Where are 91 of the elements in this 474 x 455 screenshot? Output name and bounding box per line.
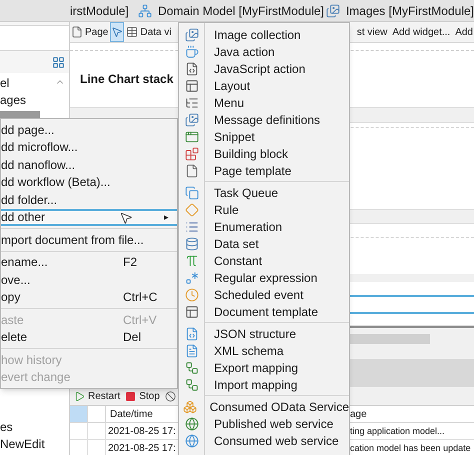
menu-item[interactable]: Image collection: [179, 26, 349, 43]
grid-icon[interactable]: [52, 56, 65, 68]
file-icon: [71, 26, 83, 38]
menu-item[interactable]: dd microflow...: [1, 138, 177, 156]
menu-item[interactable]: Scheduled event: [179, 286, 349, 303]
menu-item[interactable]: Consumed OData Service: [179, 398, 349, 415]
images-icon: [185, 112, 199, 126]
console-button[interactable]: Restart: [74, 388, 120, 404]
menu-item[interactable]: dd workflow (Beta)...: [1, 174, 177, 191]
menu-item[interactable]: XML schema: [179, 342, 349, 359]
tree-list-icon: [185, 96, 199, 110]
pointer-icon: [111, 26, 124, 38]
database-icon: [185, 236, 199, 250]
code-file-icon: [185, 62, 199, 76]
window-icon: [185, 130, 199, 144]
menu-item[interactable]: Regular expression: [179, 269, 349, 286]
menu-item[interactable]: ename... F2: [1, 254, 177, 271]
menu-item[interactable]: Snippet: [179, 128, 349, 145]
clock-icon: [185, 288, 199, 302]
menu-item[interactable]: Consumed web service: [179, 432, 349, 449]
tree-item[interactable]: NewEdit: [0, 436, 69, 453]
menu-item[interactable]: Page template: [179, 162, 349, 179]
layout-icon: [185, 78, 199, 92]
toolbar-button[interactable]: st view: [356, 22, 388, 42]
cup-icon: [185, 44, 199, 58]
document-tab[interactable]: Images [MyFirstModule]: [324, 0, 474, 21]
table-cell-text: ting application model...: [349, 425, 445, 438]
toolbar-button[interactable]: Add widget...: [391, 22, 452, 42]
search-field[interactable]: [0, 25, 69, 51]
toolbar-button[interactable]: Data vi: [125, 22, 172, 42]
menu-item[interactable]: mport document from file...: [1, 231, 177, 248]
table-cell-text: 2021-08-25 17:: [107, 425, 176, 439]
menu-item[interactable]: Constant: [179, 252, 349, 269]
stop-icon: [125, 390, 136, 402]
column-header[interactable]: Date/time: [106, 406, 176, 422]
menu-item[interactable]: dd page...: [1, 121, 177, 138]
menu-item[interactable]: Enumeration: [179, 218, 349, 235]
menu-item[interactable]: Java action: [179, 43, 349, 60]
widget-heading: Line Chart stack: [80, 71, 174, 88]
globe-icon: [185, 416, 199, 430]
menu-item[interactable]: Message definitions: [179, 111, 349, 128]
mapping-icon: [185, 360, 199, 374]
menu-item[interactable]: dd other ▸: [1, 208, 177, 226]
document-tab[interactable]: Domain Model [MyFirstModule]: [136, 0, 324, 21]
images-icon: [185, 28, 199, 42]
play-icon: [74, 390, 85, 402]
blocks-icon: [185, 146, 199, 160]
menu-item[interactable]: JavaScript action: [179, 60, 349, 77]
cursor-icon: [119, 211, 133, 225]
stacked-pages-icon: [185, 186, 199, 200]
menu-item[interactable]: Rule: [179, 201, 349, 218]
network-icon: [138, 4, 152, 18]
menu-item[interactable]: Data set: [179, 235, 349, 252]
menu-item[interactable]: ove...: [1, 271, 177, 288]
pi-icon: [185, 254, 199, 268]
clear-icon: [164, 390, 176, 402]
menu-item[interactable]: JSON structure: [179, 325, 349, 342]
menu-item[interactable]: Building block: [179, 145, 349, 162]
tree-item[interactable]: ages: [0, 92, 69, 109]
tree-item[interactable]: es: [0, 419, 69, 436]
layout-icon: [185, 304, 199, 318]
tree-item[interactable]: el: [0, 75, 69, 92]
menu-item[interactable]: Document template: [179, 303, 349, 320]
menu-item[interactable]: Menu: [179, 94, 349, 111]
globe-icon: [185, 434, 199, 448]
menu-item[interactable]: opy Ctrl+C: [1, 288, 177, 306]
mapping-icon: [185, 378, 199, 392]
menu-item[interactable]: elete Del: [1, 328, 177, 346]
menu-item[interactable]: Import mapping: [179, 376, 349, 393]
menu-item[interactable]: dd nanoflow...: [1, 156, 177, 174]
console-button[interactable]: [164, 390, 176, 402]
boxes-icon: [182, 400, 197, 414]
document-tab[interactable]: irstModule]: [70, 0, 136, 21]
menu-item[interactable]: Task Queue: [179, 184, 349, 201]
menu-item[interactable]: dd folder...: [1, 191, 177, 208]
diamond-icon: [185, 202, 199, 216]
console-button[interactable]: Stop: [125, 388, 160, 404]
toolbar-button[interactable]: Add: [454, 22, 474, 42]
table-icon: [126, 26, 138, 38]
menu-item[interactable]: Published web service: [179, 415, 349, 432]
document-icon: [185, 344, 199, 358]
table-cell-text: 2021-08-25 17:: [107, 442, 176, 455]
pointer-tool[interactable]: [110, 22, 124, 42]
images-icon: [326, 4, 340, 18]
file-icon: [185, 164, 199, 178]
regex-icon: [185, 270, 199, 284]
code-file-icon: [185, 326, 199, 340]
menu-item[interactable]: Layout: [179, 77, 349, 94]
column-header[interactable]: age: [348, 406, 367, 422]
table-cell-text: cation model has been update: [349, 442, 471, 455]
toolbar-button[interactable]: Page: [70, 22, 110, 42]
